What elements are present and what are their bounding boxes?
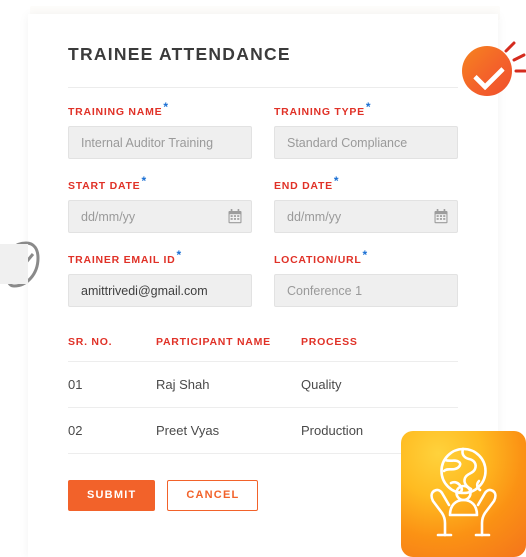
cell-process: Production (301, 423, 364, 438)
attendance-form: TRAINING NAME* TRAINING TYPE* START DATE… (68, 101, 458, 328)
table-row[interactable]: 01 Raj Shah Quality (68, 361, 458, 407)
column-header-participant-name: PARTICIPANT NAME (156, 336, 271, 348)
field-end-date: END DATE* (274, 175, 458, 233)
label-location-url: LOCATION/URL* (274, 249, 458, 267)
start-date-input[interactable] (68, 200, 252, 233)
end-date-input[interactable] (274, 200, 458, 233)
field-training-name: TRAINING NAME* (68, 101, 252, 159)
leaf-backdrop-square (0, 244, 28, 284)
location-url-input[interactable] (274, 274, 458, 307)
required-asterisk: * (333, 173, 340, 188)
required-asterisk: * (362, 247, 368, 262)
field-trainer-email: TRAINER EMAIL ID* (68, 249, 252, 307)
field-training-type: TRAINING TYPE* (274, 101, 458, 159)
cell-sr-no: 01 (68, 377, 83, 392)
table-body: 01 Raj Shah Quality 02 Preet Vyas Produc… (68, 361, 458, 453)
training-type-input[interactable] (274, 126, 458, 159)
required-asterisk: * (176, 247, 182, 262)
column-header-process: PROCESS (301, 336, 358, 348)
trainer-email-input[interactable] (68, 274, 252, 307)
label-trainer-email-text: TRAINER EMAIL ID (68, 254, 176, 266)
label-end-date: END DATE* (274, 175, 458, 193)
label-training-type: TRAINING TYPE* (274, 101, 458, 119)
field-start-date: START DATE* (68, 175, 252, 233)
participants-table: SR. NO. PARTICIPANT NAME PROCESS 01 Raj … (68, 336, 458, 454)
label-trainer-email: TRAINER EMAIL ID* (68, 249, 252, 267)
label-start-date: START DATE* (68, 175, 252, 193)
label-training-name-text: TRAINING NAME (68, 106, 163, 118)
required-asterisk: * (163, 99, 169, 114)
cell-sr-no: 02 (68, 423, 83, 438)
required-asterisk: * (141, 173, 147, 188)
table-header-row: SR. NO. PARTICIPANT NAME PROCESS (68, 336, 458, 361)
label-start-date-text: START DATE (68, 180, 141, 192)
required-asterisk: * (365, 99, 372, 114)
trainee-attendance-card: TRAINEE ATTENDANCE TRAINING NAME* TRAINI… (28, 14, 498, 557)
cell-participant-name: Preet Vyas (156, 423, 220, 438)
table-row[interactable]: 02 Preet Vyas Production (68, 407, 458, 453)
label-training-type-text: TRAINING TYPE (274, 106, 365, 118)
submit-button[interactable]: SUBMIT (68, 480, 156, 511)
form-actions: SUBMIT CANCEL (68, 480, 458, 541)
label-training-name: TRAINING NAME* (68, 101, 252, 119)
label-location-url-text: LOCATION/URL (274, 254, 362, 266)
training-name-input[interactable] (68, 126, 252, 159)
cancel-button[interactable]: CANCEL (167, 480, 259, 511)
column-header-sr-no: SR. NO. (68, 336, 113, 348)
cell-process: Quality (301, 377, 342, 392)
table-bottom-divider (68, 453, 458, 454)
page-title: TRAINEE ATTENDANCE (68, 44, 291, 64)
field-location-url: LOCATION/URL* (274, 249, 458, 307)
title-divider (68, 87, 458, 88)
cell-participant-name: Raj Shah (156, 377, 210, 392)
label-end-date-text: END DATE (274, 180, 333, 192)
